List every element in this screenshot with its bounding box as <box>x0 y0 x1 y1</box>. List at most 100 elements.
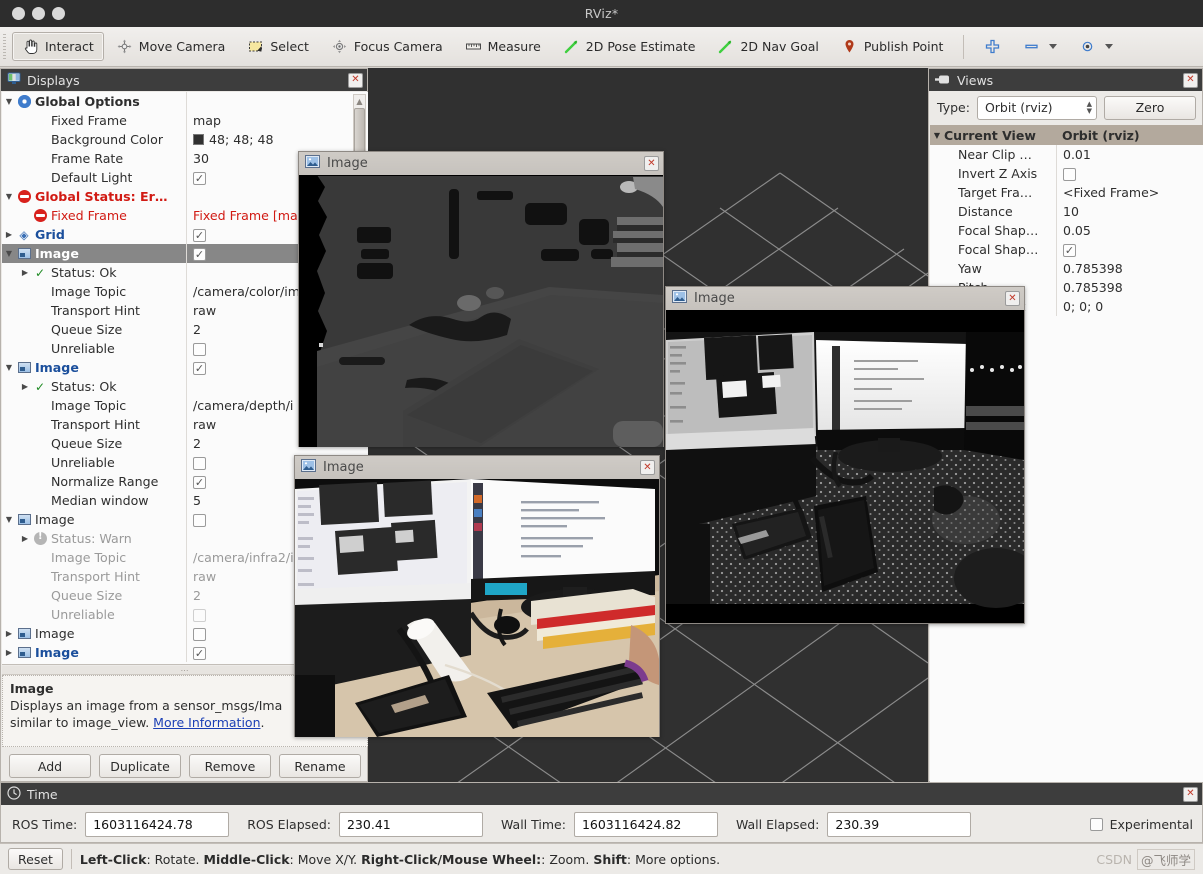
view-property-row[interactable]: Yaw 0.785398 <box>930 259 1203 278</box>
view-property-value[interactable]: ✓ <box>1056 164 1203 183</box>
chevron-down-icon[interactable] <box>1105 44 1114 49</box>
image-window-titlebar[interactable]: Image ✕ <box>295 456 659 479</box>
ros-time-input[interactable]: 1603116424.78 <box>85 811 230 837</box>
chevron-right-icon[interactable]: ▶ <box>2 629 16 638</box>
chevron-right-icon[interactable]: ▶ <box>18 534 32 543</box>
tool-select[interactable]: Select <box>237 32 319 61</box>
view-property-checkbox[interactable]: ✓ <box>1063 244 1076 257</box>
tree-row-checkbox[interactable]: ✓ <box>193 343 206 356</box>
view-property-row[interactable]: Distance 10 <box>930 202 1203 221</box>
wall-time-input[interactable]: 1603116424.82 <box>573 811 718 837</box>
wall-elapsed-input[interactable]: 230.39 <box>827 811 972 837</box>
close-icon[interactable]: ✕ <box>640 460 655 475</box>
view-property-value[interactable]: <Fixed Frame> <box>1056 183 1203 202</box>
view-property-value[interactable]: 0.05 <box>1056 221 1203 240</box>
tree-row-value[interactable] <box>186 92 368 111</box>
chevron-right-icon[interactable]: ▶ <box>2 648 16 657</box>
chevron-down-icon[interactable] <box>1049 44 1058 49</box>
chevron-right-icon[interactable]: ▶ <box>2 230 16 239</box>
tool-measure-label: Measure <box>487 39 541 54</box>
display-tree-row[interactable]: ▼ Global Options <box>2 92 368 111</box>
tree-row-checkbox[interactable]: ✓ <box>193 457 206 470</box>
tree-row-checkbox[interactable]: ✓ <box>193 229 206 242</box>
tree-row-checkbox[interactable]: ✓ <box>193 362 206 375</box>
tool-interact[interactable]: Interact <box>12 32 104 61</box>
tree-row-value[interactable]: 48; 48; 48 <box>186 130 368 149</box>
view-type-select[interactable]: Orbit (rviz) ▲ ▼ <box>976 95 1097 120</box>
image-window-depth[interactable]: Image ✕ <box>298 151 664 447</box>
tool-move-camera[interactable]: Move Camera <box>106 32 236 61</box>
image-window-titlebar[interactable]: Image ✕ <box>299 152 663 175</box>
close-icon[interactable]: ✕ <box>1183 72 1198 88</box>
tree-row-checkbox[interactable]: ✓ <box>193 248 206 261</box>
remove-tool-button[interactable] <box>1013 32 1067 61</box>
view-property-row[interactable]: Near Clip … 0.01 <box>930 145 1203 164</box>
chevron-down-icon[interactable]: ▼ <box>2 97 16 106</box>
chevron-down-icon[interactable]: ▼ <box>2 249 16 258</box>
add-display-button[interactable]: Add <box>9 754 91 778</box>
chevron-down-icon[interactable]: ▼ <box>2 363 16 372</box>
view-property-row[interactable]: Target Fra… <Fixed Frame> <box>930 183 1203 202</box>
collapse-arrow-icon[interactable]: ▼ <box>930 131 944 140</box>
reset-button[interactable]: Reset <box>8 848 63 870</box>
experimental-checkbox[interactable]: ✓ <box>1089 817 1103 831</box>
close-icon[interactable]: ✕ <box>1005 291 1020 306</box>
remove-display-button[interactable]: Remove <box>189 754 271 778</box>
tree-row-checkbox[interactable]: ✓ <box>193 609 206 622</box>
duplicate-display-button[interactable]: Duplicate <box>99 754 181 778</box>
zero-button[interactable]: Zero <box>1104 95 1196 120</box>
tree-row-checkbox[interactable]: ✓ <box>193 514 206 527</box>
view-property-value[interactable]: ✓ <box>1056 240 1203 259</box>
view-property-checkbox[interactable]: ✓ <box>1063 168 1076 181</box>
tool-properties-button[interactable] <box>1069 32 1123 61</box>
view-property-row[interactable]: Focal Shap… 0.05 <box>930 221 1203 240</box>
status-separator <box>70 849 72 869</box>
chevron-down-icon[interactable]: ▼ <box>2 515 16 524</box>
image-window-color[interactable]: Image ✕ <box>294 455 660 737</box>
color-swatch[interactable] <box>193 134 204 145</box>
chevron-down-icon[interactable]: ▼ <box>2 192 16 201</box>
tool-2d-nav-goal[interactable]: 2D Nav Goal <box>707 32 828 61</box>
tree-row-label: Background Color <box>51 132 164 147</box>
close-icon[interactable]: ✕ <box>1183 786 1198 802</box>
view-property-value[interactable]: 10 <box>1056 202 1203 221</box>
watermark-csdn: CSDN <box>1096 851 1132 867</box>
tree-row-value[interactable]: map <box>186 111 368 130</box>
tool-focus-camera[interactable]: Focus Camera <box>321 32 453 61</box>
view-property-row[interactable]: Invert Z Axis ✓ <box>930 164 1203 183</box>
experimental-toggle[interactable]: ✓ Experimental <box>1089 817 1193 832</box>
tool-publish-point[interactable]: Publish Point <box>831 32 954 61</box>
more-information-link[interactable]: More Information <box>153 715 260 730</box>
display-tree-row[interactable]: Background Color 48; 48; 48 <box>2 130 368 149</box>
hint-part: : Rotate. <box>146 851 204 867</box>
image-window-infrared[interactable]: Image ✕ <box>665 286 1025 624</box>
toolbar-drag-handle[interactable] <box>1 32 10 61</box>
image-window-titlebar[interactable]: Image ✕ <box>666 287 1024 310</box>
rename-display-button[interactable]: Rename <box>279 754 361 778</box>
view-property-value[interactable]: 0.785398 <box>1056 278 1203 297</box>
tree-row-checkbox[interactable]: ✓ <box>193 172 206 185</box>
tool-measure[interactable]: Measure <box>455 32 551 61</box>
tree-row-label: Image <box>35 645 79 660</box>
view-property-row[interactable]: Focal Shap… ✓ <box>930 240 1203 259</box>
view-property-name: Focal Shap… <box>958 223 1039 238</box>
tree-row-checkbox[interactable]: ✓ <box>193 628 206 641</box>
current-view-header[interactable]: ▼ Current View Orbit (rviz) <box>930 125 1203 145</box>
chevron-right-icon[interactable]: ▶ <box>18 382 32 391</box>
tree-row-checkbox[interactable]: ✓ <box>193 476 206 489</box>
tree-row-checkbox[interactable]: ✓ <box>193 647 206 660</box>
spinner-arrows-icon[interactable]: ▲ ▼ <box>1087 101 1092 115</box>
display-tree-row[interactable]: Fixed Frame map <box>2 111 368 130</box>
image-icon <box>305 155 320 172</box>
add-tool-button[interactable] <box>974 32 1011 61</box>
view-property-value[interactable]: 0.01 <box>1056 145 1203 164</box>
close-icon[interactable]: ✕ <box>644 156 659 171</box>
scroll-up-icon[interactable]: ▲ <box>354 95 365 107</box>
view-property-value[interactable]: 0.785398 <box>1056 259 1203 278</box>
close-icon[interactable]: ✕ <box>348 72 363 88</box>
hint-part: Left-Click <box>79 851 147 867</box>
chevron-right-icon[interactable]: ▶ <box>18 268 32 277</box>
view-property-value[interactable]: 0; 0; 0 <box>1056 297 1203 316</box>
ros-elapsed-input[interactable]: 230.41 <box>338 811 483 837</box>
tool-2d-pose-estimate[interactable]: 2D Pose Estimate <box>553 32 706 61</box>
